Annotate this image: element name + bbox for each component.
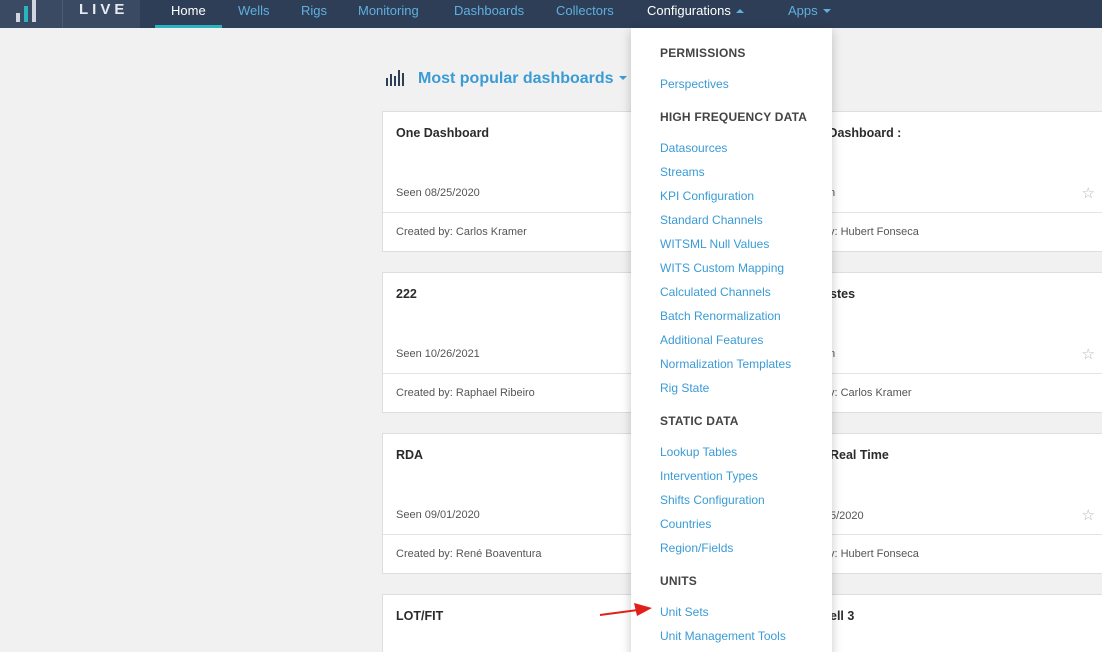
menu-item-wits-custom-mapping[interactable]: WITS Custom Mapping <box>660 261 784 275</box>
menu-item-witsml-null-values[interactable]: WITSML Null Values <box>660 237 769 251</box>
section-title-text: Most popular dashboards <box>418 70 614 87</box>
dropdown-header-high-frequency-data: HIGH FREQUENCY DATA <box>660 110 808 124</box>
star-icon[interactable]: ☆ <box>1082 506 1095 524</box>
card-seen-date: Seen 08/25/2020 <box>396 187 480 199</box>
dropdown-header-units: UNITS <box>660 574 697 588</box>
card-title: stes <box>830 287 856 301</box>
dropdown-header-permissions: PERMISSIONS <box>660 46 746 60</box>
card-creator: y: Hubert Fonseca <box>829 548 919 560</box>
menu-item-datasources[interactable]: Datasources <box>660 141 727 155</box>
dashboard-card[interactable]: RDA Seen 09/01/2020 Created by: René Boa… <box>382 433 644 574</box>
dashboard-card[interactable]: One Dashboard Seen 08/25/2020 Created by… <box>382 111 644 252</box>
nav-home[interactable]: Home <box>155 0 222 28</box>
nav-dashboards[interactable]: Dashboards <box>454 0 524 28</box>
menu-item-region-fields[interactable]: Region/Fields <box>660 541 733 555</box>
dashboards-section-title[interactable]: Most popular dashboards <box>418 70 627 88</box>
menu-item-standard-channels[interactable]: Standard Channels <box>660 213 763 227</box>
nav-collectors[interactable]: Collectors <box>556 0 614 28</box>
card-creator: y: Carlos Kramer <box>829 387 912 399</box>
nav-monitoring[interactable]: Monitoring <box>358 0 419 28</box>
menu-item-additional-features[interactable]: Additional Features <box>660 333 763 347</box>
top-navbar: LIVE Home Wells Rigs Monitoring Dashboar… <box>0 0 1102 28</box>
nav-apps[interactable]: Apps <box>788 0 831 28</box>
menu-item-intervention-types[interactable]: Intervention Types <box>660 469 758 483</box>
menu-item-normalization-templates[interactable]: Normalization Templates <box>660 357 791 371</box>
card-footer: Created by: Carlos Kramer <box>383 212 643 250</box>
card-creator: Created by: Raphael Ribeiro <box>396 387 535 399</box>
dashboard-card[interactable]: 222 Seen 10/26/2021 Created by: Raphael … <box>382 272 644 413</box>
menu-item-unit-management-tools[interactable]: Unit Management Tools <box>660 629 786 643</box>
card-creator: Created by: René Boaventura <box>396 548 542 560</box>
dropdown-header-static-data: STATIC DATA <box>660 414 739 428</box>
card-title: ell 3 <box>830 609 855 623</box>
nav-rigs[interactable]: Rigs <box>301 0 327 28</box>
card-seen-date: Seen 09/01/2020 <box>396 509 480 521</box>
star-icon[interactable]: ☆ <box>1082 184 1095 202</box>
menu-item-lookup-tables[interactable]: Lookup Tables <box>660 445 737 459</box>
card-footer: Created by: Raphael Ribeiro <box>383 373 643 411</box>
menu-item-batch-renormalization[interactable]: Batch Renormalization <box>660 309 781 323</box>
card-seen-date: 5/2020 <box>830 510 864 522</box>
menu-item-streams[interactable]: Streams <box>660 165 705 179</box>
card-creator: Created by: Carlos Kramer <box>396 226 527 238</box>
nav-wells[interactable]: Wells <box>238 0 270 28</box>
configurations-dropdown-menu: PERMISSIONS Perspectives HIGH FREQUENCY … <box>631 28 832 652</box>
bar-chart-icon <box>386 68 404 86</box>
menu-item-calculated-channels[interactable]: Calculated Channels <box>660 285 771 299</box>
menu-item-rig-state[interactable]: Rig State <box>660 381 709 395</box>
card-title: One Dashboard <box>396 126 490 140</box>
card-title: LOT/FIT <box>396 609 444 623</box>
logo[interactable] <box>0 0 62 28</box>
red-arrow-icon <box>599 603 652 616</box>
caret-up-icon <box>735 8 744 13</box>
menu-item-unit-sets[interactable]: Unit Sets <box>660 605 709 619</box>
card-title: RDA <box>396 448 424 462</box>
nav-configurations-label: Configurations <box>647 3 731 18</box>
menu-item-perspectives[interactable]: Perspectives <box>660 77 729 91</box>
card-creator: y: Hubert Fonseca <box>829 226 919 238</box>
caret-down-icon <box>822 8 831 13</box>
card-title: Real Time <box>830 448 889 462</box>
menu-item-countries[interactable]: Countries <box>660 517 711 531</box>
star-icon[interactable]: ☆ <box>1082 345 1095 363</box>
card-footer: Created by: René Boaventura <box>383 534 643 572</box>
card-title: 222 <box>396 287 417 301</box>
menu-item-kpi-configuration[interactable]: KPI Configuration <box>660 189 754 203</box>
brand[interactable]: LIVE <box>62 0 140 28</box>
menu-item-shifts-configuration[interactable]: Shifts Configuration <box>660 493 765 507</box>
logo-bars-icon <box>16 0 46 22</box>
nav-apps-label: Apps <box>788 3 818 18</box>
card-seen-date: Seen 10/26/2021 <box>396 348 480 360</box>
caret-down-icon <box>618 75 627 80</box>
brand-name: LIVE <box>79 1 129 18</box>
nav-configurations[interactable]: Configurations <box>647 0 744 28</box>
